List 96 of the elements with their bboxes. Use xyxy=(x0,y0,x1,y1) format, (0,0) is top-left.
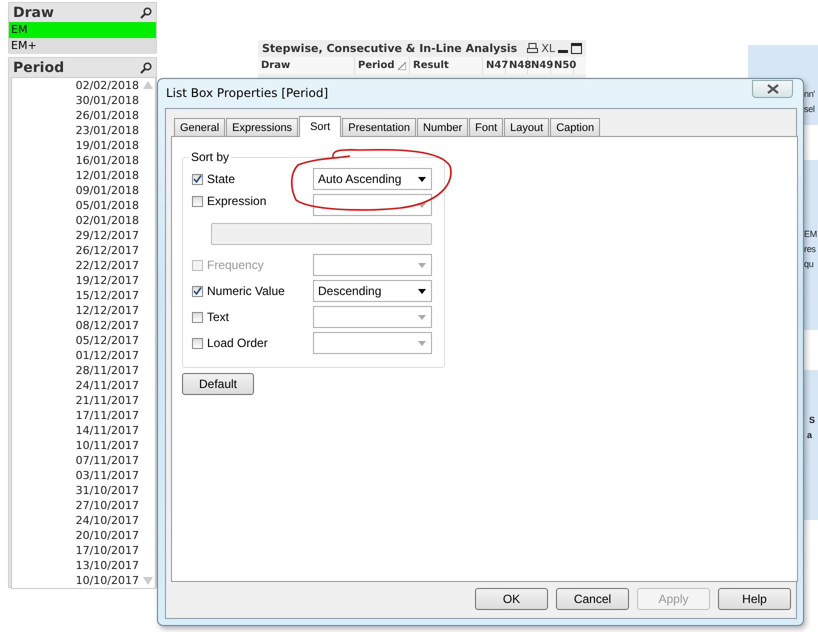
column-header[interactable]: N50 xyxy=(554,57,576,74)
dialog-button[interactable]: OK xyxy=(475,588,548,610)
listbox-item[interactable]: 31/10/2017 xyxy=(76,484,139,497)
panel-text: a xyxy=(807,429,812,442)
listbox-item[interactable]: 19/01/2018 xyxy=(76,139,139,152)
listbox-item[interactable]: 17/11/2017 xyxy=(76,409,139,422)
listbox-title: Period xyxy=(13,60,64,76)
listbox-item[interactable]: 10/10/2017 xyxy=(76,574,139,587)
close-button[interactable] xyxy=(752,80,793,98)
listbox-item[interactable]: 16/01/2018 xyxy=(76,154,139,167)
column-header[interactable]: Draw xyxy=(261,57,290,74)
checkbox[interactable] xyxy=(192,338,203,348)
listbox-item[interactable]: 03/11/2017 xyxy=(76,469,139,482)
listbox-item[interactable]: 20/10/2017 xyxy=(76,529,139,542)
listbox-item[interactable]: 08/12/2017 xyxy=(76,319,139,332)
listbox-item[interactable]: EM+ xyxy=(9,38,156,54)
listbox-item[interactable]: 01/12/2017 xyxy=(76,349,139,362)
listbox-item[interactable]: 09/01/2018 xyxy=(76,184,139,197)
tab[interactable]: Layout xyxy=(504,118,550,136)
listbox-item[interactable]: EM xyxy=(9,22,156,38)
checkbox[interactable] xyxy=(192,312,203,322)
listbox-item[interactable]: 02/01/2018 xyxy=(76,214,139,227)
listbox-item[interactable]: 21/11/2017 xyxy=(76,394,139,407)
dropdown-arrow-icon xyxy=(418,288,426,294)
checkbox-label: Expression xyxy=(207,194,266,208)
column-header[interactable]: N48 xyxy=(509,57,532,74)
maximize-icon[interactable] xyxy=(571,43,582,54)
checkbox[interactable] xyxy=(192,196,203,206)
listbox-item[interactable]: 23/01/2018 xyxy=(76,124,139,137)
listbox-item[interactable]: 15/12/2017 xyxy=(76,289,139,302)
listbox-item[interactable]: 07/11/2017 xyxy=(76,454,139,467)
dialog-button[interactable]: Cancel xyxy=(556,588,629,610)
printer-icon[interactable] xyxy=(527,43,538,54)
export-excel-button[interactable]: XL xyxy=(541,42,555,55)
panel-text: S xyxy=(809,414,815,427)
panel-text: sel xyxy=(804,103,815,116)
tab[interactable]: Caption xyxy=(550,118,600,136)
column-header[interactable]: N49 xyxy=(531,57,554,74)
dropdown[interactable]: Descending xyxy=(313,280,432,302)
checkbox-label: State xyxy=(207,172,236,186)
listbox-item[interactable]: 27/10/2017 xyxy=(76,499,139,512)
panel-text: qu xyxy=(804,258,814,271)
listbox-item[interactable]: 19/12/2017 xyxy=(76,274,139,287)
listbox-item[interactable]: 30/01/2018 xyxy=(76,94,139,107)
tab[interactable]: Sort xyxy=(299,116,342,137)
checkbox-label: Load Order xyxy=(207,336,268,350)
dropdown-arrow-icon xyxy=(418,340,426,346)
tab[interactable]: General xyxy=(174,118,226,136)
dropdown[interactable]: Auto Ascending xyxy=(313,168,432,190)
listbox-item[interactable]: 10/11/2017 xyxy=(76,439,139,452)
panel-text: res xyxy=(804,243,816,256)
listbox-item[interactable]: 24/11/2017 xyxy=(76,379,139,392)
listbox-item[interactable]: 22/12/2017 xyxy=(76,259,139,272)
search-icon[interactable] xyxy=(140,62,152,74)
checkbox-label: Numeric Value xyxy=(207,284,285,298)
dropdown-arrow-icon xyxy=(418,176,426,182)
checkbox[interactable] xyxy=(192,174,203,184)
listbox-item[interactable]: 13/10/2017 xyxy=(76,559,139,572)
listbox-item[interactable]: 02/02/2018 xyxy=(76,79,139,92)
listbox-item[interactable]: 29/12/2017 xyxy=(76,229,139,242)
tab[interactable]: Font xyxy=(469,118,504,136)
tab[interactable]: Number xyxy=(417,118,468,136)
listbox-item[interactable]: 26/01/2018 xyxy=(76,109,139,122)
close-icon[interactable] xyxy=(766,84,778,94)
checkbox[interactable] xyxy=(192,286,203,296)
listbox-item[interactable]: 24/10/2017 xyxy=(76,514,139,527)
listbox-item[interactable]: 28/11/2017 xyxy=(76,364,139,377)
checkbox-label: Frequency xyxy=(207,258,264,272)
group-title: Sort by xyxy=(189,150,232,164)
search-icon[interactable] xyxy=(140,6,152,18)
checkbox-label: Text xyxy=(207,310,230,324)
expression-field[interactable] xyxy=(211,223,432,245)
default-button[interactable]: Default xyxy=(182,373,254,395)
column-header[interactable]: Result xyxy=(413,57,449,74)
listbox-item[interactable]: 05/01/2018 xyxy=(76,199,139,212)
column-header[interactable]: Period xyxy=(358,57,394,74)
table-title: Stepwise, Consecutive & In-Line Analysis xyxy=(262,42,518,55)
listbox-item[interactable]: 26/12/2017 xyxy=(76,244,139,257)
tab[interactable]: Expressions xyxy=(226,118,298,136)
panel-text: nn' xyxy=(804,88,815,101)
listbox-title: Draw xyxy=(13,4,54,20)
dropdown-arrow-icon xyxy=(418,314,426,320)
panel-text: EM xyxy=(804,228,817,241)
column-header[interactable]: N47 xyxy=(486,57,508,74)
dropdown-arrow-icon xyxy=(418,202,426,208)
listbox-item[interactable]: 14/11/2017 xyxy=(76,424,139,437)
listbox-item[interactable]: 17/10/2017 xyxy=(76,544,139,557)
dialog-title: List Box Properties [Period] xyxy=(166,86,328,100)
sort-indicator-icon xyxy=(398,62,406,70)
dialog-button[interactable]: Help xyxy=(718,588,791,610)
tab[interactable]: Presentation xyxy=(342,118,416,136)
listbox-item[interactable]: 05/12/2017 xyxy=(76,334,139,347)
dropdown-arrow-icon xyxy=(418,262,426,268)
listbox-item[interactable]: 12/12/2017 xyxy=(76,304,139,317)
dropdown[interactable] xyxy=(313,194,432,216)
listbox-item[interactable]: 12/01/2018 xyxy=(76,169,139,182)
